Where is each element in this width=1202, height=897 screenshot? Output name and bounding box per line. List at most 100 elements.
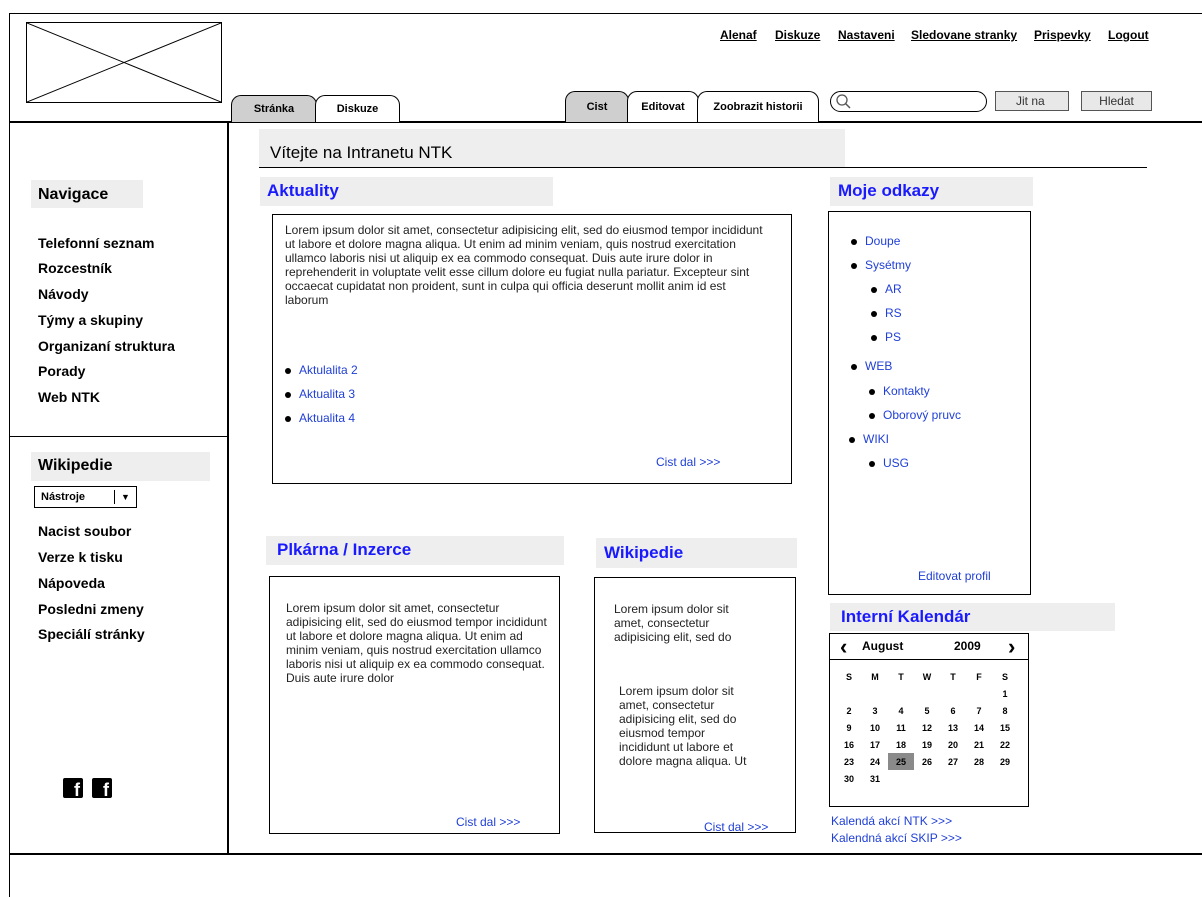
news-item[interactable]: Aktualita 4 (285, 411, 358, 425)
calendar-day[interactable] (914, 685, 940, 702)
calendar-day[interactable]: 18 (888, 736, 914, 753)
facebook-icon[interactable]: f (92, 778, 112, 800)
nav-item-meetings[interactable]: Porady (38, 363, 85, 379)
tab-page[interactable]: Stránka (231, 95, 317, 122)
news-list: Aktulalita 2 Aktualita 3 Aktualita 4 (285, 363, 358, 425)
calendar-weekday: T (898, 671, 904, 682)
calendar-day[interactable]: 21 (966, 736, 992, 753)
calendar-day[interactable]: 12 (914, 719, 940, 736)
calendar-day-selected[interactable]: 25 (888, 753, 914, 770)
calendar-day[interactable]: 31 (862, 770, 888, 787)
tab-read[interactable]: Cist (565, 91, 629, 122)
calendar-day[interactable]: 22 (992, 736, 1018, 753)
calendar-day[interactable]: 27 (940, 753, 966, 770)
my-link-subitem[interactable]: Oborový pruvc (869, 408, 961, 422)
calendar-day[interactable]: 7 (966, 702, 992, 719)
nav-item-org-structure[interactable]: Organizaní struktura (38, 338, 175, 354)
calendar-day[interactable]: 10 (862, 719, 888, 736)
nav-item-web-ntk[interactable]: Web NTK (38, 389, 100, 405)
calendar-day[interactable]: 2 (836, 702, 862, 719)
news-read-more-link[interactable]: Cist dal >>> (656, 455, 720, 469)
calendar-day[interactable] (940, 685, 966, 702)
calendar-week-row: 1 (836, 685, 1018, 702)
my-link-item[interactable]: Doupe (851, 234, 911, 248)
frame-top (9, 13, 1202, 14)
calendar-day[interactable]: 30 (836, 770, 862, 787)
calendar-day[interactable]: 13 (940, 719, 966, 736)
my-link-item[interactable]: WIKI (849, 432, 889, 446)
calendar-day[interactable]: 29 (992, 753, 1018, 770)
search-button[interactable]: Hledat (1081, 91, 1152, 111)
nav-item-teams[interactable]: Týmy a skupiny (38, 312, 143, 328)
go-button[interactable]: Jit na (995, 91, 1069, 111)
watched-pages-link[interactable]: Sledovane stranky (911, 28, 1017, 42)
my-link-item[interactable]: Sysétmy (851, 258, 911, 272)
logout-link[interactable]: Logout (1108, 28, 1149, 42)
calendar-day[interactable]: 16 (836, 736, 862, 753)
calendar-day[interactable] (888, 770, 914, 787)
calendar-ntk-link[interactable]: Kalendá akcí NTK >>> (831, 814, 952, 828)
ads-read-more-link[interactable]: Cist dal >>> (456, 815, 520, 829)
calendar-day[interactable]: 3 (862, 702, 888, 719)
user-link[interactable]: Alenaf (720, 28, 757, 42)
tab-edit[interactable]: Editovat (627, 91, 699, 122)
calendar-day[interactable]: 5 (914, 702, 940, 719)
nav-item-recent-changes[interactable]: Posledni zmeny (38, 601, 144, 617)
calendar-day[interactable] (862, 685, 888, 702)
nav-item-guides[interactable]: Návody (38, 286, 89, 302)
calendar-day[interactable] (836, 685, 862, 702)
calendar-day[interactable] (888, 685, 914, 702)
news-item[interactable]: Aktulalita 2 (285, 363, 358, 377)
calendar-day[interactable]: 20 (940, 736, 966, 753)
nav-item-help[interactable]: Nápoveda (38, 575, 105, 591)
discussion-link[interactable]: Diskuze (775, 28, 820, 42)
calendar-day[interactable]: 11 (888, 719, 914, 736)
wiki-box-read-more-link[interactable]: Cist dal >>> (704, 820, 768, 834)
calendar-day[interactable] (992, 770, 1018, 787)
calendar-day[interactable] (940, 770, 966, 787)
calendar-day[interactable]: 9 (836, 719, 862, 736)
search-input[interactable] (830, 91, 987, 112)
news-item[interactable]: Aktualita 3 (285, 387, 358, 401)
my-link-subitem[interactable]: Kontakty (869, 384, 961, 398)
chevron-down-icon: ▼ (121, 492, 130, 502)
contributions-link[interactable]: Prispevky (1034, 28, 1091, 42)
calendar-day[interactable]: 6 (940, 702, 966, 719)
nav-item-special-pages[interactable]: Speciálí stránky (38, 626, 145, 642)
calendar-day[interactable]: 26 (914, 753, 940, 770)
calendar-day[interactable]: 4 (888, 702, 914, 719)
nav-item-upload-file[interactable]: Nacist soubor (38, 523, 131, 539)
my-link-subitem[interactable]: USG (869, 456, 909, 470)
calendar-day[interactable]: 28 (966, 753, 992, 770)
calendar-day[interactable] (966, 685, 992, 702)
calendar-day[interactable]: 17 (862, 736, 888, 753)
calendar-day[interactable]: 1 (992, 685, 1018, 702)
calendar-weekday: T (950, 671, 956, 682)
sidebar-section-divider (9, 436, 229, 437)
my-link-item[interactable]: WEB (851, 359, 892, 373)
my-link-subitem[interactable]: RS (871, 306, 902, 320)
calendar-day[interactable]: 15 (992, 719, 1018, 736)
calendar-day[interactable]: 23 (836, 753, 862, 770)
my-link-subitem[interactable]: PS (871, 330, 902, 344)
facebook-icon[interactable]: f (63, 778, 83, 800)
calendar-day[interactable]: 14 (966, 719, 992, 736)
tab-discussion[interactable]: Diskuze (315, 95, 400, 122)
nav-item-print-version[interactable]: Verze k tisku (38, 549, 123, 565)
dropdown-separator (114, 490, 115, 504)
calendar-day[interactable]: 24 (862, 753, 888, 770)
calendar-skip-link[interactable]: Kalendná akcí SKIP >>> (831, 831, 962, 845)
nav-item-phone-directory[interactable]: Telefonní seznam (38, 235, 154, 251)
tools-dropdown[interactable]: Nástroje ▼ (34, 486, 137, 508)
calendar-day[interactable] (914, 770, 940, 787)
my-link-subitem[interactable]: AR (871, 282, 902, 296)
calendar-day[interactable]: 19 (914, 736, 940, 753)
tab-history[interactable]: Zoobrazit historii (697, 91, 819, 122)
edit-profile-link[interactable]: Editovat profil (918, 569, 991, 583)
calendar-day[interactable]: 8 (992, 702, 1018, 719)
calendar-day[interactable] (966, 770, 992, 787)
settings-link[interactable]: Nastaveni (838, 28, 895, 42)
chevron-right-icon[interactable]: › (1008, 634, 1015, 660)
chevron-left-icon[interactable]: ‹ (840, 634, 847, 660)
nav-item-signpost[interactable]: Rozcestník (38, 260, 112, 276)
